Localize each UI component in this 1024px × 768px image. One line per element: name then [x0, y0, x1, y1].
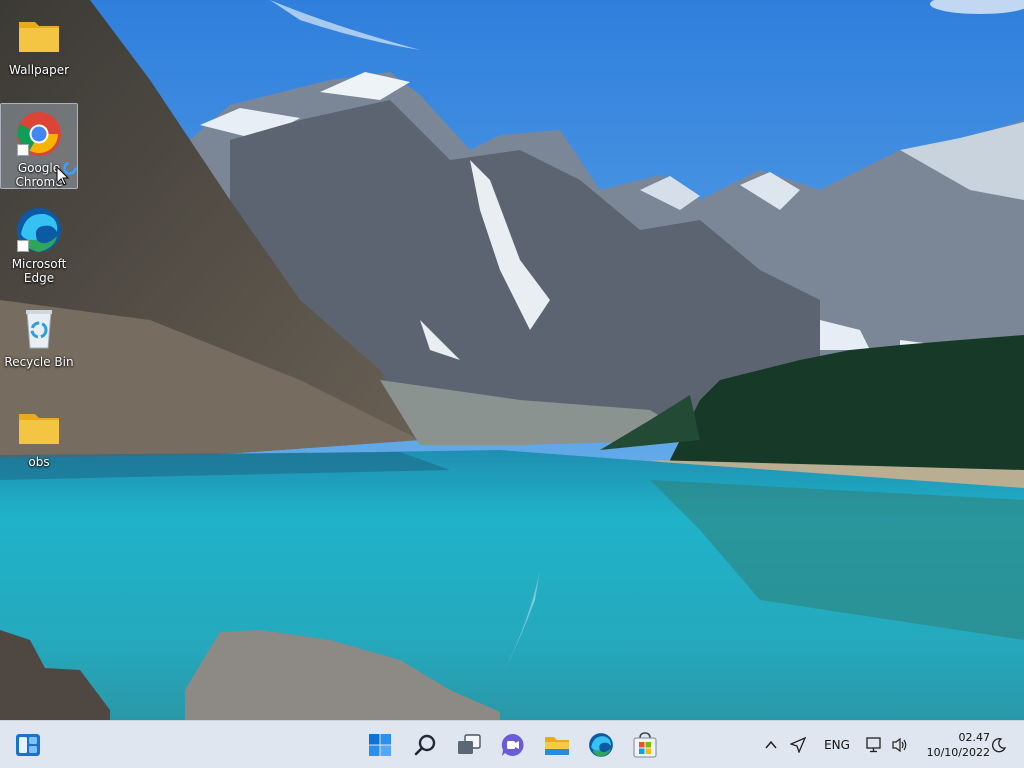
shortcut-arrow-icon — [17, 240, 29, 252]
edge-taskbar-button[interactable] — [585, 729, 617, 761]
desktop-wallpaper — [0, 0, 1024, 720]
store-button[interactable] — [629, 729, 661, 761]
chevron-up-icon — [765, 740, 777, 749]
desktop-icon-wallpaper[interactable]: Wallpaper — [0, 6, 78, 92]
desktop-icon-label: Wallpaper — [8, 63, 70, 77]
edge-icon — [15, 206, 63, 254]
folder-icon — [15, 404, 63, 452]
folder-icon — [15, 12, 63, 60]
teams-chat-icon — [501, 733, 524, 756]
recycle-bin-icon — [15, 304, 63, 352]
clock-date: 10/10/2022 — [926, 746, 990, 759]
search-button[interactable] — [409, 729, 441, 761]
busy-spinner-icon — [63, 161, 77, 175]
widgets-button[interactable] — [12, 729, 44, 761]
language-indicator[interactable]: ENG — [820, 729, 854, 761]
file-explorer-icon — [545, 737, 569, 755]
network-button[interactable] — [862, 729, 886, 761]
show-hidden-icons-button[interactable] — [760, 729, 782, 761]
desktop-icon-obs[interactable]: obs — [0, 398, 78, 484]
file-explorer-button[interactable] — [541, 729, 573, 761]
desktop-icon-microsoft-edge[interactable]: Microsoft Edge — [0, 200, 78, 286]
chrome-icon — [15, 110, 63, 158]
clock-time: 02.47 — [958, 731, 991, 744]
widgets-icon — [16, 734, 40, 756]
desktop-icon-label: obs — [28, 455, 50, 469]
volume-button[interactable] — [888, 729, 912, 761]
chat-button[interactable] — [497, 729, 529, 761]
moon-icon — [992, 738, 1007, 753]
speaker-icon — [892, 737, 907, 753]
desktop-icon-recycle-bin[interactable]: Recycle Bin — [0, 298, 78, 384]
location-arrow-icon — [790, 737, 806, 753]
taskbar: ENG 02.47 10/10/2022 — [0, 720, 1024, 768]
shortcut-arrow-icon — [17, 144, 29, 156]
location-button[interactable] — [786, 729, 810, 761]
task-view-icon — [458, 734, 481, 754]
task-view-button[interactable] — [453, 729, 485, 761]
desktop-icon-label: Microsoft Edge — [11, 257, 67, 285]
microsoft-store-icon — [633, 732, 657, 758]
windows-logo-icon — [369, 734, 391, 756]
network-icon — [866, 737, 881, 753]
search-icon — [414, 734, 436, 756]
focus-assist-button[interactable] — [988, 729, 1010, 761]
desktop-icon-label: Recycle Bin — [4, 355, 74, 369]
clock[interactable]: 02.47 10/10/2022 — [912, 729, 990, 761]
edge-icon — [589, 733, 613, 757]
start-button[interactable] — [364, 729, 396, 761]
